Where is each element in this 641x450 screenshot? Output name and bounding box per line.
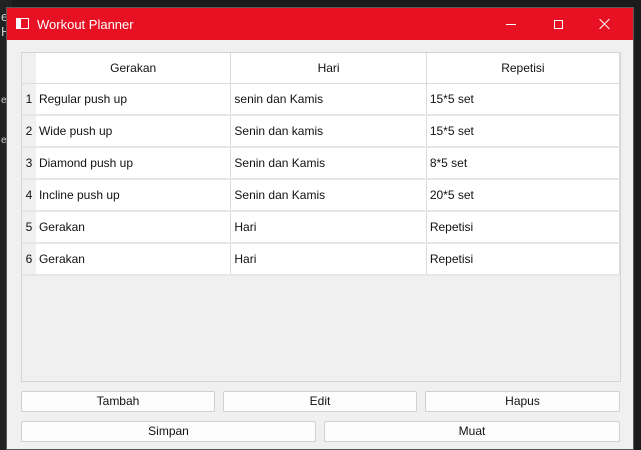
cell-gerakan[interactable]: Gerakan: [35, 243, 232, 276]
edit-button[interactable]: Edit: [223, 391, 417, 412]
cell-hari[interactable]: Senin dan Kamis: [230, 179, 427, 212]
cell-hari[interactable]: senin dan Kamis: [230, 83, 427, 116]
cell-hari[interactable]: Senin dan kamis: [230, 115, 427, 148]
title-bar[interactable]: Workout Planner: [7, 8, 633, 40]
muat-button[interactable]: Muat: [324, 421, 620, 442]
app-window-icon: [16, 18, 29, 29]
row-number[interactable]: 2: [22, 115, 36, 148]
cell-gerakan[interactable]: Regular push up: [35, 83, 232, 116]
tambah-button[interactable]: Tambah: [21, 391, 215, 412]
cell-hari[interactable]: Senin dan Kamis: [230, 147, 427, 180]
table-header-row: Gerakan Hari Repetisi: [22, 53, 620, 84]
table-row[interactable]: 3 Diamond push up Senin dan Kamis 8*5 se…: [22, 147, 620, 180]
row-number[interactable]: 3: [22, 147, 36, 180]
window-title: Workout Planner: [37, 17, 134, 32]
row-number[interactable]: 1: [22, 83, 36, 116]
row-number[interactable]: 5: [22, 211, 36, 244]
cell-gerakan[interactable]: Diamond push up: [35, 147, 232, 180]
table-row[interactable]: 2 Wide push up Senin dan kamis 15*5 set: [22, 115, 620, 148]
cell-repetisi[interactable]: 15*5 set: [426, 115, 620, 148]
cell-repetisi[interactable]: 15*5 set: [426, 83, 620, 116]
close-icon: [599, 18, 611, 30]
column-header-repetisi[interactable]: Repetisi: [426, 53, 620, 84]
simpan-button[interactable]: Simpan: [21, 421, 316, 442]
maximize-icon: [553, 19, 563, 29]
column-header-gerakan[interactable]: Gerakan: [35, 53, 232, 84]
table-corner[interactable]: [22, 53, 36, 84]
table-row[interactable]: 4 Incline push up Senin dan Kamis 20*5 s…: [22, 179, 620, 212]
table-row[interactable]: 6 Gerakan Hari Repetisi: [22, 243, 620, 276]
cell-gerakan[interactable]: Gerakan: [35, 211, 232, 244]
minimize-button[interactable]: [488, 8, 534, 40]
workout-table[interactable]: Gerakan Hari Repetisi 1 Regular push up …: [21, 52, 621, 382]
row-number[interactable]: 6: [22, 243, 36, 276]
minimize-icon: [506, 23, 516, 25]
hapus-button[interactable]: Hapus: [425, 391, 620, 412]
workout-planner-window: Workout Planner Gerakan Hari Repetisi 1 …: [6, 7, 634, 450]
cell-gerakan[interactable]: Incline push up: [35, 179, 232, 212]
cell-hari[interactable]: Hari: [230, 243, 427, 276]
cell-hari[interactable]: Hari: [230, 211, 427, 244]
cell-repetisi[interactable]: 20*5 set: [426, 179, 620, 212]
cell-repetisi[interactable]: 8*5 set: [426, 147, 620, 180]
cell-repetisi[interactable]: Repetisi: [426, 211, 620, 244]
cell-repetisi[interactable]: Repetisi: [426, 243, 620, 276]
close-button[interactable]: [582, 8, 628, 40]
maximize-button[interactable]: [535, 8, 581, 40]
row-number[interactable]: 4: [22, 179, 36, 212]
table-row[interactable]: 1 Regular push up senin dan Kamis 15*5 s…: [22, 83, 620, 116]
cell-gerakan[interactable]: Wide push up: [35, 115, 232, 148]
column-header-hari[interactable]: Hari: [230, 53, 427, 84]
table-row[interactable]: 5 Gerakan Hari Repetisi: [22, 211, 620, 244]
